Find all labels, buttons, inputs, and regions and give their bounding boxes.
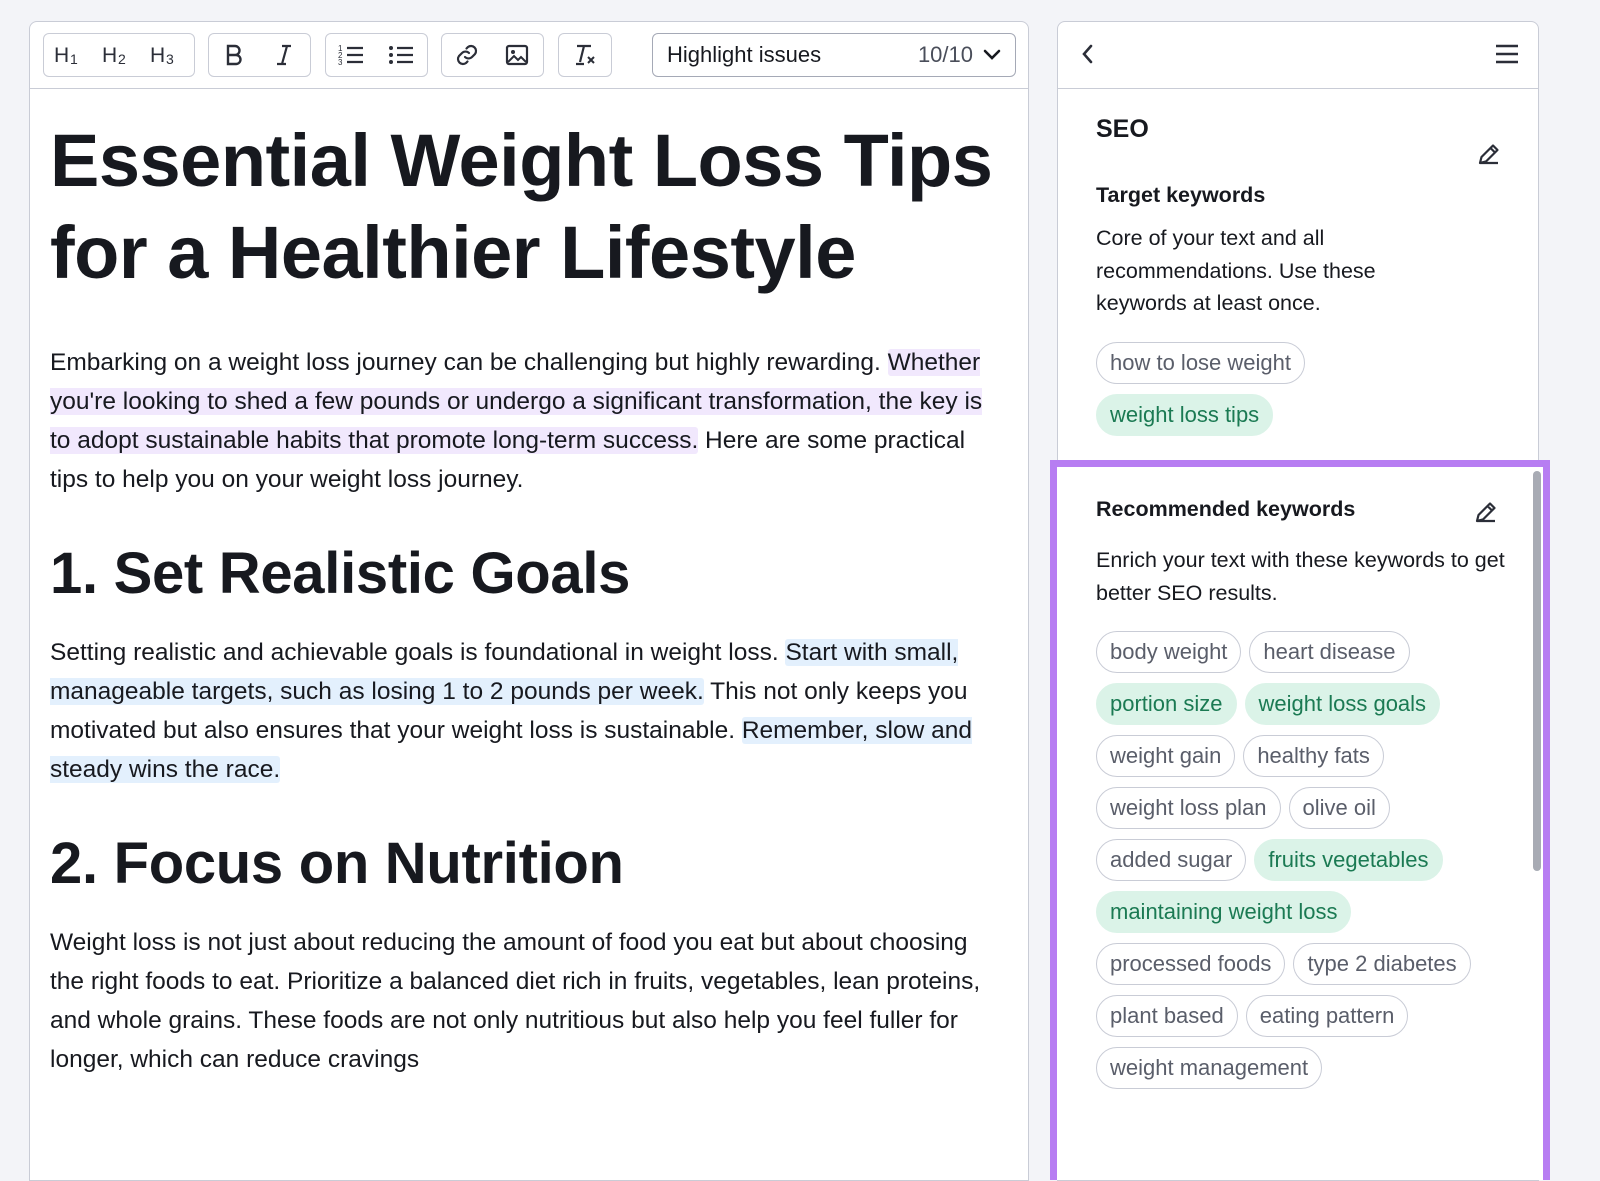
text-segment: Embarking on a weight loss journey can b… (50, 349, 888, 376)
clear-format-group (558, 33, 612, 77)
recommended-keywords-description: Enrich your text with these keywords to … (1096, 548, 1505, 605)
italic-button[interactable] (259, 34, 309, 76)
recommended-keywords-heading: Recommended keywords (1096, 497, 1356, 521)
keyword-chip[interactable]: processed foods (1096, 943, 1286, 985)
seo-section: SEO Target keywords Core of your text an… (1058, 115, 1538, 436)
edit-recommended-button[interactable] (1473, 499, 1499, 530)
link-icon (456, 44, 478, 66)
highlight-issues-count: 10/10 (917, 42, 973, 67)
bullet-list-icon (389, 46, 413, 64)
keyword-chip[interactable]: weight management (1096, 1047, 1323, 1089)
svg-text:3: 3 (166, 51, 174, 66)
editor-content[interactable]: Essential Weight Loss Tips for a Healthi… (30, 89, 1028, 1079)
recommended-keywords-list: body weight heart disease portion size weig… (1096, 631, 1506, 1089)
heading-1-button[interactable]: H1 (44, 34, 92, 76)
target-keywords-list: how to lose weight weight loss tips (1096, 341, 1500, 436)
keyword-chip[interactable]: fruits vegetables (1254, 839, 1443, 881)
sidebar-header (1058, 22, 1538, 89)
bold-button[interactable] (209, 34, 259, 76)
keyword-chip[interactable]: olive oil (1288, 787, 1390, 829)
pencil-icon (1475, 502, 1496, 523)
heading-3-button[interactable]: H3 (140, 34, 188, 76)
editor-toolbar: H1 H2 H3 123 Highlight issues 10/10 (30, 22, 1028, 89)
link-button[interactable] (442, 34, 492, 76)
keyword-chip[interactable]: weight loss plan (1096, 787, 1281, 829)
keyword-chip[interactable]: portion size (1096, 683, 1237, 725)
keyword-chip[interactable]: body weight (1096, 631, 1242, 673)
seo-title: SEO (1096, 115, 1149, 143)
svg-text:3: 3 (338, 58, 343, 67)
edit-seo-button[interactable] (1476, 141, 1502, 172)
keyword-chip[interactable]: weight loss tips (1096, 393, 1274, 436)
highlight-issues-dropdown[interactable]: Highlight issues 10/10 (652, 33, 1016, 77)
clear-format-icon (576, 44, 595, 66)
keyword-chip[interactable]: eating pattern (1245, 995, 1409, 1037)
ordered-list-icon: 123 (338, 44, 363, 67)
heading-3-icon: H3 (150, 44, 174, 66)
svg-text:H: H (150, 44, 165, 66)
image-icon (505, 44, 529, 66)
recommended-keywords-section: Recommended keywords Enrich your text wi… (1057, 467, 1543, 1089)
article-title: Essential Weight Loss Tips for a Healthi… (50, 119, 993, 294)
keyword-chip[interactable]: added sugar (1096, 839, 1247, 881)
keyword-chip[interactable]: plant based (1096, 995, 1238, 1037)
svg-text:1: 1 (70, 51, 78, 66)
back-button[interactable] (1080, 42, 1094, 71)
italic-icon (277, 44, 291, 66)
keyword-chip[interactable]: healthy fats (1243, 735, 1384, 777)
image-button[interactable] (492, 34, 542, 76)
heading-group: H1 H2 H3 (43, 33, 195, 77)
heading-2-icon: H2 (102, 44, 126, 66)
bullet-list-button[interactable] (376, 34, 426, 76)
heading-2-button[interactable]: H2 (92, 34, 140, 76)
ordered-list-button[interactable]: 123 (326, 34, 376, 76)
target-keywords-description: Core of your text and all recommendation… (1096, 226, 1376, 315)
paragraph-intro: Embarking on a weight loss journey can b… (50, 343, 1008, 499)
text-segment: Setting realistic and achievable goals i… (50, 639, 786, 666)
section-heading-2: 2. Focus on Nutrition (50, 831, 624, 896)
keyword-chip[interactable]: maintaining weight loss (1096, 891, 1352, 933)
format-group (208, 33, 311, 77)
clear-format-button[interactable] (559, 34, 611, 76)
hamburger-menu-icon (1496, 44, 1518, 64)
editor-panel: H1 H2 H3 123 Highlight issues 10/10 Esse… (29, 21, 1029, 1181)
keyword-chip[interactable]: how to lose weight (1096, 341, 1305, 384)
target-keywords-heading: Target keywords (1096, 183, 1266, 207)
pencil-icon (1478, 144, 1499, 165)
bold-icon (226, 44, 242, 66)
recommended-keywords-panel: Recommended keywords Enrich your text wi… (1050, 460, 1550, 1180)
highlight-issues-label: Highlight issues (667, 42, 822, 67)
insert-group (441, 33, 544, 77)
svg-text:2: 2 (118, 51, 126, 66)
paragraph-nutrition: Weight loss is not just about reducing t… (50, 929, 981, 1073)
svg-text:H: H (102, 44, 117, 66)
svg-text:H: H (54, 44, 69, 66)
chevron-left-icon (1082, 44, 1093, 64)
keyword-chip[interactable]: heart disease (1249, 631, 1410, 673)
heading-1-icon: H1 (54, 44, 78, 66)
keyword-chip[interactable]: weight gain (1096, 735, 1236, 777)
chevron-down-icon (983, 49, 1001, 60)
keyword-chip[interactable]: type 2 diabetes (1293, 943, 1471, 985)
paragraph-goals: Setting realistic and achievable goals i… (50, 633, 1008, 789)
list-group: 123 (325, 33, 428, 77)
menu-button[interactable] (1494, 43, 1520, 70)
section-heading-1: 1. Set Realistic Goals (50, 541, 631, 606)
keyword-chip[interactable]: weight loss goals (1244, 683, 1441, 725)
